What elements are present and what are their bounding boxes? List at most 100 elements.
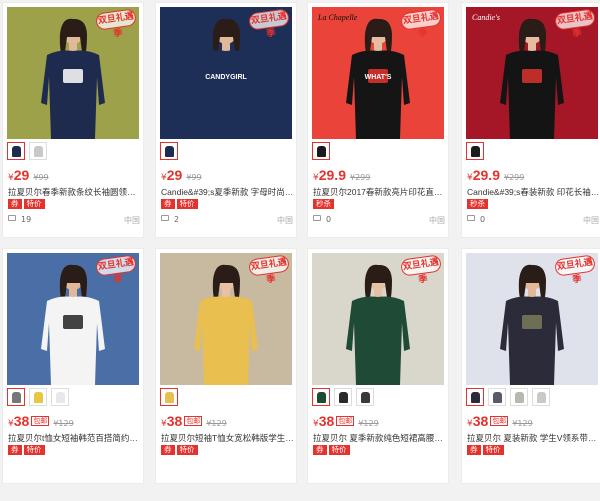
comment-count: 0 (326, 215, 332, 224)
model-neck (528, 43, 536, 51)
card-footer (313, 461, 445, 473)
origin-country: 中国 (124, 216, 140, 225)
product-card[interactable]: CANDYGIRL 双旦礼遇季 ¥ 29 ¥99 Candie&#39;s夏季新… (155, 2, 297, 238)
product-photo[interactable]: 双旦礼遇季 (7, 7, 139, 139)
promo-chip[interactable]: 券 (161, 199, 175, 209)
product-card[interactable]: 双旦礼遇季 ¥ 38 包邮 ¥129 拉夏贝尔短袖T恤女宽松韩版学生百搭... … (155, 248, 297, 484)
swatch-garment (317, 392, 326, 403)
product-photo[interactable]: 双旦礼遇季 (312, 253, 444, 385)
model-neck (222, 289, 230, 297)
garment-graphic (522, 315, 542, 329)
color-swatch[interactable] (334, 388, 352, 406)
color-swatch[interactable] (7, 388, 25, 406)
comment-icon (467, 215, 475, 221)
promo-chip[interactable]: 秒杀 (467, 199, 488, 209)
color-swatches (466, 388, 550, 406)
promo-chip[interactable]: 特价 (482, 445, 504, 455)
product-photo[interactable]: 双旦礼遇季 (7, 253, 139, 385)
garment-print: WHAT'S (365, 74, 392, 81)
price-row: ¥ 38 包邮 ¥129 (313, 413, 379, 429)
model-garment (41, 296, 105, 385)
promo-chip[interactable]: 券 (467, 445, 481, 455)
promo-chips: 券特价 (161, 445, 198, 455)
product-title[interactable]: 拉夏贝尔短袖T恤女宽松韩版学生百搭... (161, 432, 295, 444)
product-card[interactable]: 双旦礼遇季 ¥ 38 包邮 ¥129 拉夏贝尔t恤女短袖韩范百搭简约秋新... … (2, 248, 144, 484)
promo-chips: 券特价 (467, 445, 504, 455)
price-row: ¥ 29 ¥99 (161, 167, 202, 183)
color-swatch[interactable] (7, 142, 25, 160)
product-grid: 双旦礼遇季 ¥ 29 ¥99 拉夏贝尔春季新款条纹长袖圆领上衣女... 券特价 … (0, 0, 600, 501)
product-title[interactable]: 拉夏贝尔 夏装新款 学生V领系带性感... (467, 432, 600, 444)
color-swatch[interactable] (312, 388, 330, 406)
color-swatches (312, 388, 374, 406)
garment-graphic (522, 69, 542, 83)
product-title[interactable]: 拉夏贝尔春季新款条纹长袖圆领上衣女... (8, 186, 142, 198)
promo-chips: 券特价 (313, 445, 350, 455)
color-swatch[interactable] (160, 388, 178, 406)
price-row: ¥ 38 包邮 ¥129 (467, 413, 533, 429)
product-title[interactable]: 拉夏贝尔2017春新款亮片印花直筒裙... (313, 186, 447, 198)
color-swatch[interactable] (510, 388, 528, 406)
origin-country: 中国 (583, 216, 599, 225)
model-garment (346, 50, 410, 139)
price: 29 (166, 167, 183, 183)
promo-chip[interactable]: 特价 (176, 199, 198, 209)
origin-country: 中国 (429, 216, 445, 225)
promo-chip[interactable]: 券 (161, 445, 175, 455)
promo-chip[interactable]: 特价 (176, 445, 198, 455)
promo-chip[interactable]: 特价 (23, 199, 45, 209)
color-swatch[interactable] (312, 142, 330, 160)
color-swatch[interactable] (29, 388, 47, 406)
shipping-tag: 包邮 (490, 416, 509, 426)
original-price: ¥129 (53, 419, 74, 428)
product-card[interactable]: 双旦礼遇季 ¥ 29 ¥99 拉夏贝尔春季新款条纹长袖圆领上衣女... 券特价 … (2, 2, 144, 238)
garment-graphic (63, 69, 83, 83)
promo-chip[interactable]: 特价 (328, 445, 350, 455)
swatch-garment (165, 392, 174, 403)
garment-print: CANDYGIRL (205, 74, 247, 81)
product-title[interactable]: 拉夏贝尔 夏季新款纯色短裙高腰A字裙... (313, 432, 447, 444)
promo-chip[interactable]: 券 (8, 199, 22, 209)
card-footer: 19 中国 (8, 215, 140, 227)
product-photo[interactable]: 双旦礼遇季 (160, 253, 292, 385)
product-title[interactable]: Candie&#39;s春装新款 印花长袖圆领... (467, 186, 600, 198)
color-swatch[interactable] (488, 388, 506, 406)
promo-chip[interactable]: 券 (8, 445, 22, 455)
price: 29.9 (472, 167, 500, 183)
promo-chip[interactable]: 特价 (23, 445, 45, 455)
color-swatch[interactable] (160, 142, 178, 160)
price-row: ¥ 29.9 ¥299 (313, 167, 370, 183)
color-swatch[interactable] (29, 142, 47, 160)
comment-count: 19 (21, 215, 32, 224)
product-card[interactable]: 双旦礼遇季 ¥ 38 包邮 ¥129 拉夏贝尔 夏季新款纯色短裙高腰A字裙...… (307, 248, 449, 484)
price: 38 (166, 413, 183, 429)
color-swatch[interactable] (466, 142, 484, 160)
promo-chip[interactable]: 券 (313, 445, 327, 455)
color-swatch[interactable] (532, 388, 550, 406)
origin-country: 中国 (277, 216, 293, 225)
color-swatches (466, 142, 484, 160)
product-photo[interactable]: Candie's 双旦礼遇季 (466, 7, 598, 139)
promo-chip[interactable]: 秒杀 (313, 199, 334, 209)
product-card[interactable]: WHAT'S La Chapelle 双旦礼遇季 ¥ 29.9 ¥299 拉夏贝… (307, 2, 449, 238)
product-card[interactable]: Candie's 双旦礼遇季 ¥ 29.9 ¥299 Candie&#39;s春… (461, 2, 600, 238)
color-swatch[interactable] (51, 388, 69, 406)
shipping-tag: 包邮 (184, 416, 203, 426)
comment-count: 2 (174, 215, 180, 224)
model-neck (528, 289, 536, 297)
color-swatches (160, 388, 178, 406)
garment-graphic (63, 315, 83, 329)
product-photo[interactable]: CANDYGIRL 双旦礼遇季 (160, 7, 292, 139)
color-swatch[interactable] (466, 388, 484, 406)
comment-icon (313, 215, 321, 221)
product-photo[interactable]: 双旦礼遇季 (466, 253, 598, 385)
price: 38 (13, 413, 30, 429)
price: 38 (472, 413, 489, 429)
model-garment (500, 50, 564, 139)
product-photo[interactable]: WHAT'S La Chapelle 双旦礼遇季 (312, 7, 444, 139)
product-title[interactable]: 拉夏贝尔t恤女短袖韩范百搭简约秋新... (8, 432, 142, 444)
product-title[interactable]: Candie&#39;s夏季新款 字母时尚圆领... (161, 186, 295, 198)
comment-icon (161, 215, 169, 221)
product-card[interactable]: 双旦礼遇季 ¥ 38 包邮 ¥129 拉夏贝尔 夏装新款 学生V领系带性感...… (461, 248, 600, 484)
color-swatch[interactable] (356, 388, 374, 406)
